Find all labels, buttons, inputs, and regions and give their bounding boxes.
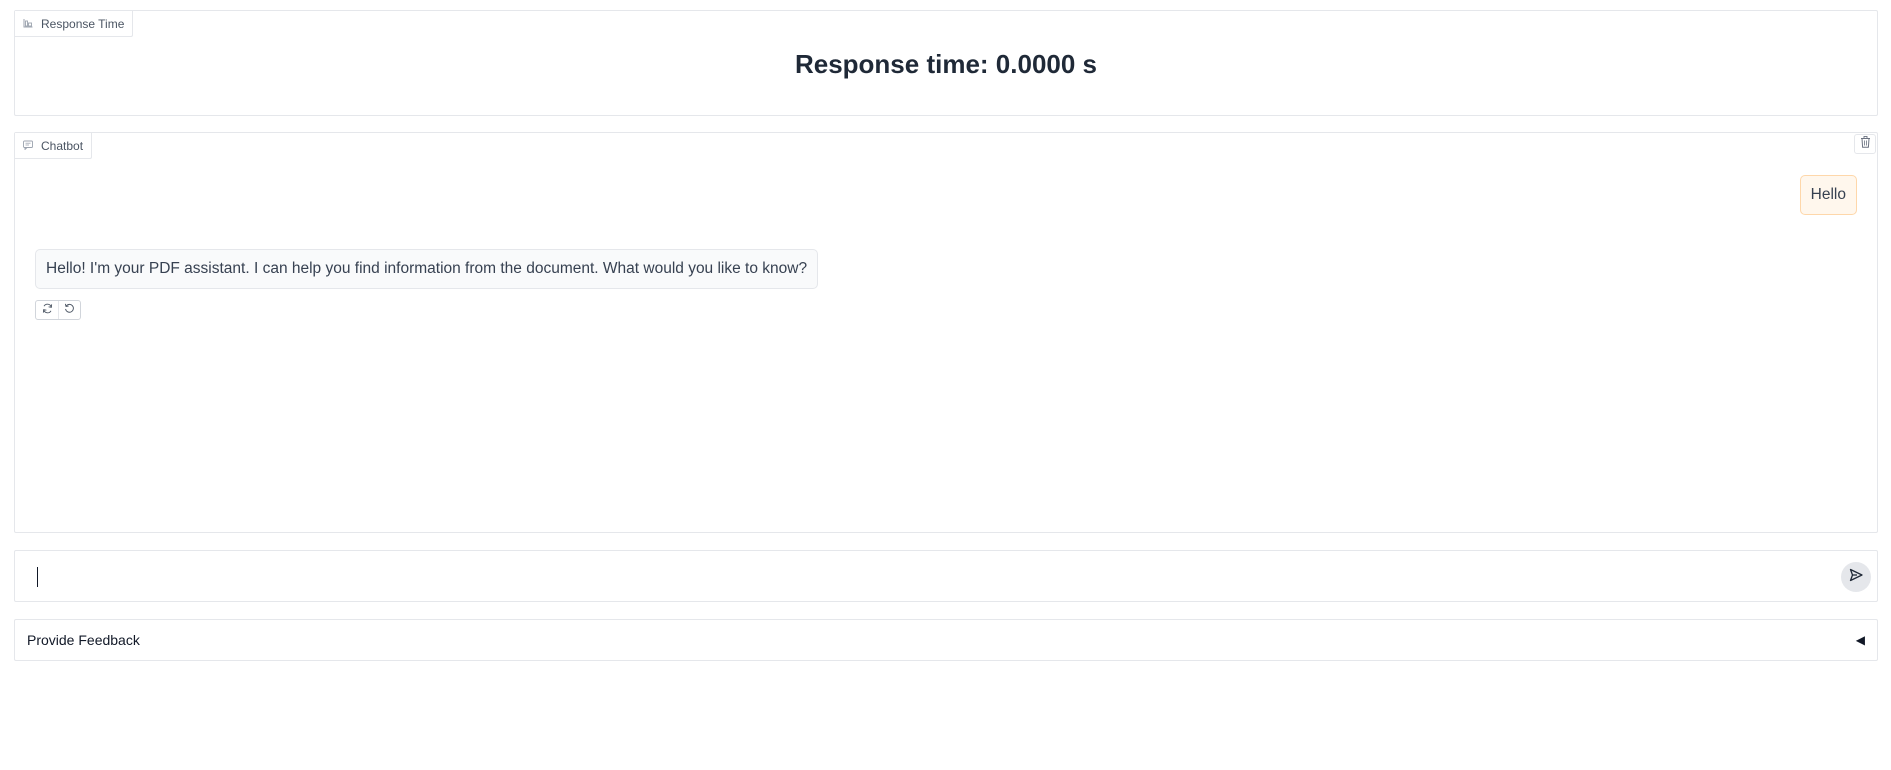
message-input[interactable]: [27, 561, 1827, 591]
refresh-icon: [42, 301, 53, 319]
response-time-label: Response Time: [41, 16, 125, 31]
trash-icon: [1860, 135, 1871, 153]
undo-button[interactable]: [58, 301, 80, 319]
bot-message: Hello! I'm your PDF assistant. I can hel…: [35, 249, 819, 289]
feedback-accordion[interactable]: Provide Feedback ◀: [14, 619, 1878, 661]
user-message: Hello: [1799, 175, 1857, 215]
chatbot-label: Chatbot: [41, 138, 84, 153]
chatbot-label-tag: Chatbot: [15, 133, 93, 159]
chatbot-block: Chatbot Hello Hello! I'm your PDF assist…: [14, 132, 1878, 533]
response-time-label-tag: Response Time: [15, 11, 134, 37]
message-actions: [35, 300, 81, 320]
accordion-toggle-icon[interactable]: ◀: [1856, 633, 1865, 647]
chat-icon: [23, 139, 33, 153]
text-cursor: [37, 567, 38, 587]
bar-chart-icon: [23, 17, 33, 31]
clear-chat-button[interactable]: [1854, 134, 1876, 154]
feedback-label: Provide Feedback: [27, 632, 140, 648]
send-button[interactable]: [1841, 562, 1871, 592]
response-time-value: Response time: 0.0000 s: [794, 49, 1098, 79]
response-time-block: Response Time Response time: 0.0000 s: [14, 10, 1878, 116]
bot-message-text: Hello! I'm your PDF assistant. I can hel…: [46, 260, 808, 277]
retry-button[interactable]: [36, 301, 58, 319]
send-icon: [1848, 567, 1864, 588]
undo-icon: [64, 301, 75, 319]
user-message-text: Hello: [1810, 186, 1846, 203]
message-input-block: [14, 550, 1878, 602]
